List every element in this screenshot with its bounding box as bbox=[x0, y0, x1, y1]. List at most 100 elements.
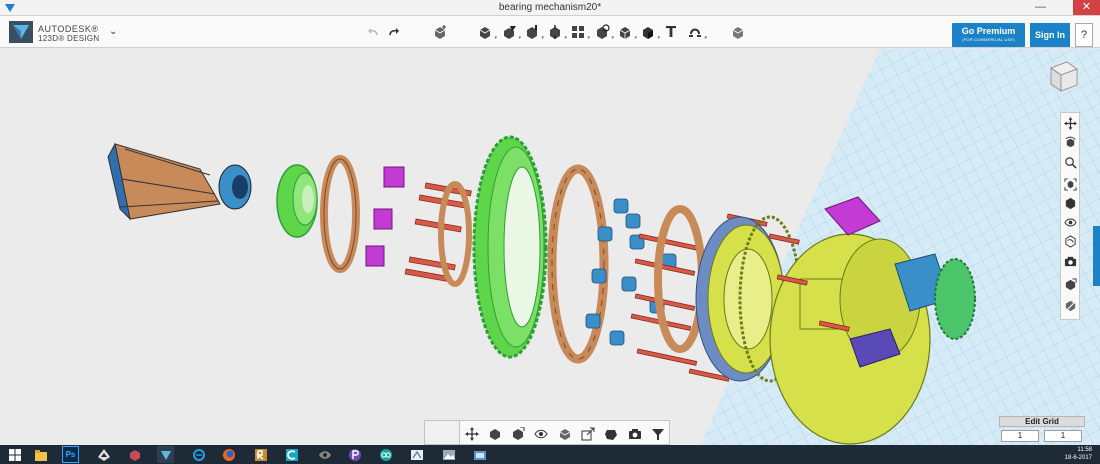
camera-view-icon bbox=[628, 428, 641, 439]
pan-view-icon bbox=[464, 426, 479, 441]
edit-grid-button[interactable]: Edit Grid bbox=[999, 416, 1085, 427]
p-app-button[interactable] bbox=[346, 446, 363, 463]
photoshop-icon: Ps bbox=[65, 450, 76, 459]
materials-view-icon bbox=[559, 428, 570, 440]
snap-button[interactable]: ▾ bbox=[686, 23, 707, 41]
close-window-button[interactable]: ✕ bbox=[1073, 0, 1100, 15]
firefox-button[interactable] bbox=[220, 446, 237, 463]
3d-viewport[interactable] bbox=[0, 49, 1100, 445]
internet-explorer-icon bbox=[192, 448, 205, 461]
revit-button[interactable] bbox=[252, 446, 269, 463]
sketch-select-icon bbox=[1065, 300, 1076, 312]
model-scene bbox=[107, 49, 1100, 445]
sketch-button[interactable]: ▾ bbox=[476, 23, 497, 41]
bottom-toolbar-spacer bbox=[424, 420, 459, 445]
zoom-view-button[interactable] bbox=[509, 425, 526, 442]
paint-app-button[interactable] bbox=[408, 446, 425, 463]
view-mode-button[interactable] bbox=[1063, 196, 1078, 211]
arduino-icon bbox=[379, 448, 392, 461]
orbit-icon bbox=[1065, 136, 1076, 148]
minimize-button[interactable]: — bbox=[1035, 1, 1046, 13]
construct-button[interactable]: ▾ bbox=[500, 23, 521, 41]
inkscape-icon bbox=[97, 448, 110, 461]
pattern-button[interactable]: ▾ bbox=[546, 23, 567, 41]
undo-button[interactable] bbox=[364, 23, 382, 41]
navigation-bar bbox=[1060, 112, 1080, 320]
orbit-view-icon bbox=[489, 428, 500, 440]
zoom-button[interactable] bbox=[1063, 155, 1078, 170]
system-clock[interactable]: 11:58 18-6-2017 bbox=[1046, 446, 1092, 462]
material-box-button[interactable]: ▾ bbox=[639, 23, 660, 41]
visibility-button[interactable] bbox=[1063, 215, 1078, 230]
snapshot-button[interactable] bbox=[1063, 254, 1078, 269]
window-title-bar: bearing mechanism20* — ✕ bbox=[0, 0, 1100, 16]
123d-design-button[interactable] bbox=[157, 446, 174, 463]
measure-icon bbox=[619, 27, 631, 39]
3d-app-button[interactable] bbox=[126, 446, 143, 463]
view-cube-icon[interactable] bbox=[1047, 59, 1081, 93]
orbit-view-button[interactable] bbox=[486, 425, 503, 442]
materials-outline-icon bbox=[1065, 235, 1076, 248]
eye-app-button[interactable] bbox=[316, 446, 333, 463]
export-view-button[interactable] bbox=[579, 425, 596, 442]
text-button[interactable]: T bbox=[662, 23, 680, 41]
sketch-select-button[interactable] bbox=[1063, 298, 1078, 313]
camera-view-button[interactable] bbox=[626, 425, 643, 442]
arduino-button[interactable] bbox=[377, 446, 394, 463]
eye-view-icon bbox=[533, 429, 548, 438]
zoom-icon bbox=[1065, 157, 1077, 169]
sketch-icon bbox=[479, 27, 491, 39]
brand-autodesk: AUTODESK® bbox=[38, 24, 99, 34]
measure-button[interactable]: ▾ bbox=[616, 23, 637, 41]
paint-app-icon bbox=[410, 449, 423, 460]
ccleaner-button[interactable] bbox=[283, 446, 300, 463]
inkscape-button[interactable] bbox=[95, 446, 112, 463]
copper-cage-part-1 bbox=[320, 155, 360, 273]
materials-outline-button[interactable] bbox=[1063, 234, 1078, 249]
modify-button[interactable]: ▾ bbox=[523, 23, 544, 41]
photo-app-button[interactable] bbox=[440, 446, 457, 463]
internet-explorer-button[interactable] bbox=[190, 446, 207, 463]
help-button[interactable]: ? bbox=[1075, 23, 1093, 47]
windows-start-button[interactable] bbox=[6, 446, 23, 463]
eye-view-button[interactable] bbox=[532, 425, 549, 442]
filter-view-button[interactable] bbox=[649, 425, 666, 442]
screenshot-app-button[interactable] bbox=[471, 446, 488, 463]
primitives-button[interactable] bbox=[431, 23, 449, 41]
pan-button[interactable] bbox=[1063, 116, 1078, 131]
fit-button[interactable] bbox=[1063, 177, 1078, 192]
photo-app-icon bbox=[442, 449, 455, 460]
sign-in-button[interactable]: Sign In bbox=[1030, 23, 1070, 47]
solid-select-button[interactable] bbox=[1063, 277, 1078, 292]
grouping-button[interactable]: ▾ bbox=[569, 23, 590, 41]
linear-snap-input[interactable]: 1 bbox=[1001, 430, 1039, 442]
clock-date: 18-6-2017 bbox=[1064, 455, 1092, 461]
redo-button[interactable] bbox=[385, 23, 403, 41]
material-icon bbox=[732, 27, 744, 39]
construct-icon bbox=[504, 26, 516, 39]
primitives-icon bbox=[434, 25, 446, 39]
app-menu-chevron-icon[interactable]: ⌄ bbox=[109, 26, 117, 37]
photoshop-button[interactable]: Ps bbox=[62, 446, 79, 463]
side-panel-tab[interactable] bbox=[1093, 226, 1100, 286]
go-premium-button[interactable]: Go Premium (FOR COMMERCIAL USE) bbox=[952, 23, 1025, 47]
solids-view-button[interactable] bbox=[602, 425, 619, 442]
snap-icon bbox=[689, 28, 701, 37]
combine-button[interactable]: ▾ bbox=[593, 23, 614, 41]
copper-ring-part-3 bbox=[547, 164, 609, 364]
revit-icon bbox=[254, 448, 267, 461]
view-toolbar bbox=[459, 420, 670, 445]
text-icon: T bbox=[665, 23, 677, 41]
angular-snap-input[interactable]: 1 bbox=[1044, 430, 1082, 442]
visibility-icon bbox=[1064, 218, 1077, 227]
magenta-block-set bbox=[365, 166, 405, 267]
combine-icon bbox=[597, 24, 610, 39]
materials-view-button[interactable] bbox=[556, 425, 573, 442]
pan-view-button[interactable] bbox=[463, 425, 480, 442]
orbit-button[interactable] bbox=[1063, 135, 1078, 150]
123d-design-icon bbox=[160, 450, 171, 460]
file-explorer-icon bbox=[34, 449, 47, 461]
material-button[interactable] bbox=[729, 23, 747, 41]
file-explorer-button[interactable] bbox=[32, 446, 49, 463]
zoom-view-icon bbox=[512, 426, 524, 440]
